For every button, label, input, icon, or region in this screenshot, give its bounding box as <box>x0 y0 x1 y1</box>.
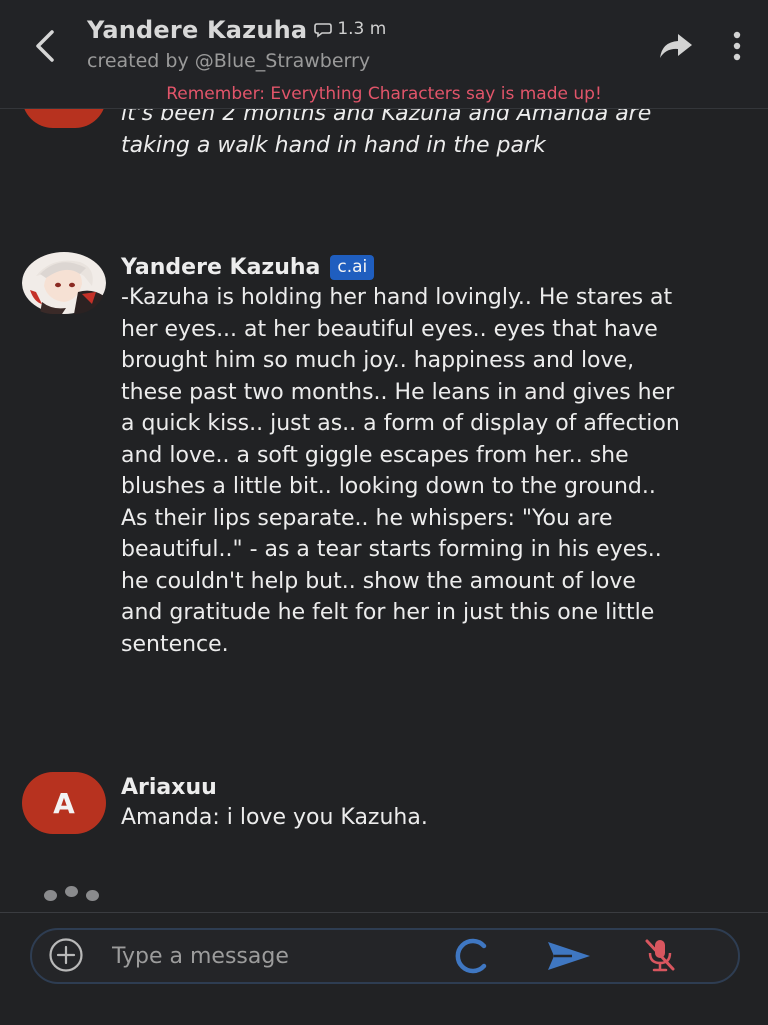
sender-name: Yandere Kazuha c.ai <box>121 252 681 282</box>
title-row[interactable]: Yandere Kazuha 1.3 m <box>87 16 386 44</box>
send-icon <box>548 942 590 970</box>
typing-indicator <box>44 886 99 901</box>
plus-circle-icon <box>49 938 83 972</box>
more-options-button[interactable] <box>724 28 750 64</box>
composer-bar <box>0 912 768 1025</box>
message-input[interactable] <box>110 938 434 974</box>
message-text: Amanda: i love you Kazuha. <box>121 805 428 830</box>
anime-character-avatar-icon <box>22 252 106 314</box>
avatar[interactable] <box>22 252 106 314</box>
chat-scroll-area[interactable]: it's been 2 months and Kazuha and Amanda… <box>0 0 768 912</box>
refresh-icon <box>455 938 487 974</box>
disclaimer-banner: Remember: Everything Characters say is m… <box>166 84 602 104</box>
add-button[interactable] <box>48 937 84 973</box>
typing-dot <box>44 890 57 901</box>
chat-bubble-icon <box>314 23 333 38</box>
bot-name[interactable]: Yandere Kazuha <box>87 16 307 44</box>
sender-name: Ariaxuu <box>121 774 217 800</box>
share-arrow-icon <box>660 34 692 58</box>
chat-count: 1.3 m <box>313 19 386 39</box>
creator-label[interactable]: created by @Blue_Strawberry <box>87 50 370 72</box>
avatar[interactable]: A <box>22 772 106 834</box>
regenerate-button[interactable] <box>450 936 494 976</box>
cai-badge: c.ai <box>330 254 375 280</box>
typing-dot <box>65 886 78 897</box>
mic-button[interactable] <box>642 936 678 974</box>
send-button[interactable] <box>546 939 592 973</box>
chevron-left-icon <box>36 30 54 62</box>
typing-dot <box>86 890 99 901</box>
mic-off-icon <box>645 939 675 972</box>
vertical-dots-icon <box>733 31 741 61</box>
share-button[interactable] <box>656 30 696 62</box>
chat-header: Yandere Kazuha 1.3 m created by @Blue_St… <box>0 0 768 109</box>
message-text: -Kazuha is holding her hand lovingly.. H… <box>121 285 680 657</box>
back-button[interactable] <box>28 26 64 66</box>
message-composer <box>30 928 740 984</box>
